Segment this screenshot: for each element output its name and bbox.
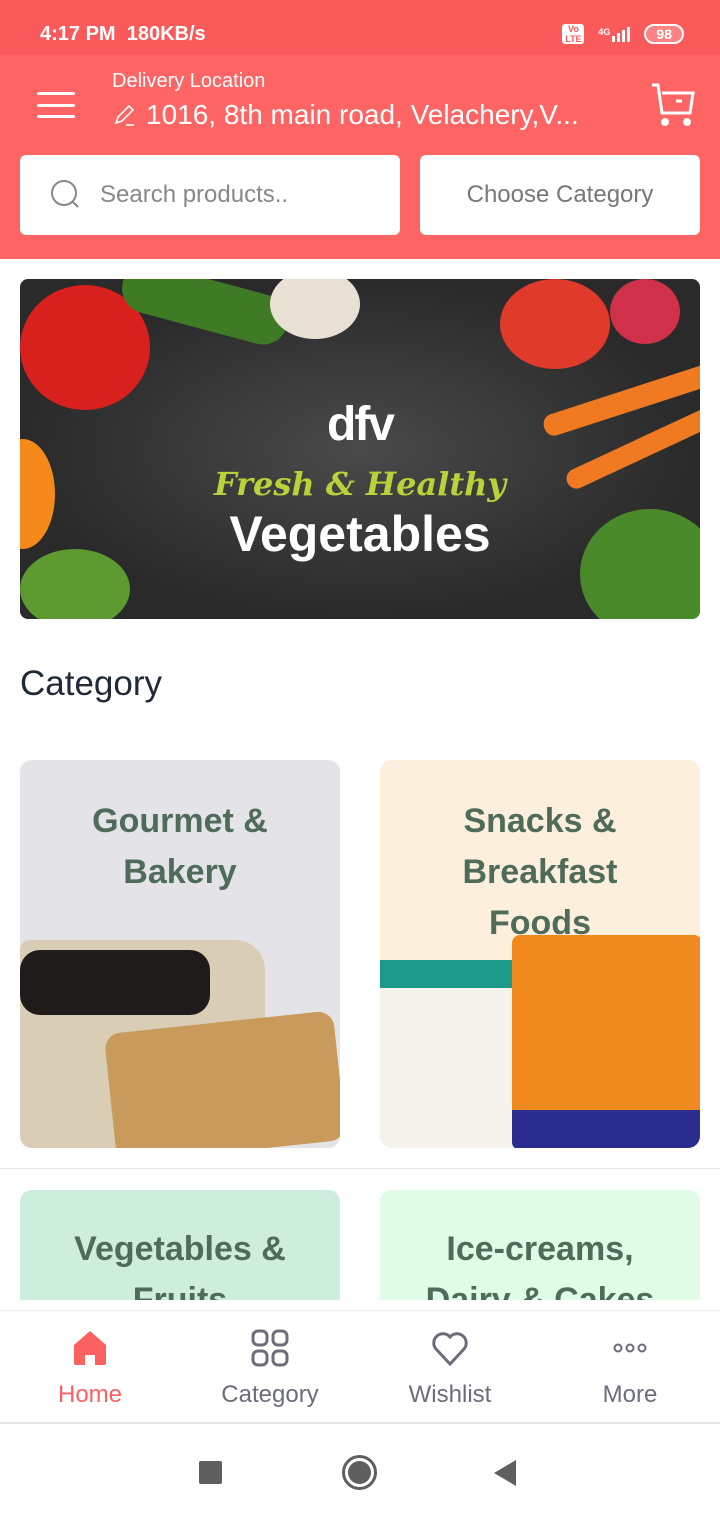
more-icon bbox=[613, 1343, 647, 1353]
signal-icon: 4G bbox=[598, 26, 631, 42]
search-box[interactable] bbox=[20, 155, 400, 235]
category-card-vegetables-fruits[interactable]: Vegetables & Fruits bbox=[20, 1190, 340, 1300]
delivery-address[interactable]: 1016, 8th main road, Velachery,V... bbox=[112, 99, 579, 131]
volte-icon: Vo LTE bbox=[562, 24, 585, 44]
banner-tagline: Fresh & Healthy bbox=[214, 465, 506, 503]
back-button[interactable] bbox=[494, 1460, 516, 1486]
recents-button[interactable] bbox=[199, 1461, 222, 1484]
pencil-icon bbox=[114, 104, 135, 126]
promo-banner[interactable]: dfv Fresh & Healthy Vegetables bbox=[20, 279, 700, 619]
home-icon bbox=[74, 1331, 106, 1365]
heart-icon bbox=[432, 1332, 468, 1367]
app-header: Delivery Location 1016, 8th main road, V… bbox=[0, 55, 720, 259]
battery-icon: 98 bbox=[644, 24, 684, 44]
category-card-icecream-dairy[interactable]: Ice-creams, Dairy & Cakes bbox=[380, 1190, 700, 1300]
status-time: 4:17 PM 180KB/s bbox=[40, 23, 206, 45]
status-bar: 4:17 PM 180KB/s Vo LTE 4G 98 bbox=[0, 0, 720, 55]
banner-logo: dfv bbox=[327, 398, 395, 451]
category-heading: Category bbox=[20, 664, 163, 703]
nav-more[interactable]: More bbox=[540, 1311, 720, 1422]
grid-icon bbox=[251, 1329, 289, 1367]
category-card-snacks-breakfast[interactable]: Snacks & Breakfast Foods bbox=[380, 760, 700, 1148]
nav-home[interactable]: Home bbox=[0, 1311, 180, 1422]
search-input[interactable] bbox=[100, 181, 360, 209]
cart-icon[interactable] bbox=[650, 81, 696, 127]
choose-category-button[interactable]: Choose Category bbox=[420, 155, 700, 235]
category-card-gourmet-bakery[interactable]: Gourmet & Bakery bbox=[20, 760, 340, 1148]
nav-category[interactable]: Category bbox=[180, 1311, 360, 1422]
banner-title: Vegetables bbox=[229, 506, 491, 562]
home-system-button[interactable] bbox=[342, 1455, 377, 1490]
bottom-nav: Home Category Wishlist More bbox=[0, 1310, 720, 1424]
search-icon bbox=[51, 180, 79, 208]
delivery-label: Delivery Location bbox=[112, 70, 266, 92]
divider bbox=[0, 1168, 720, 1169]
system-nav-bar bbox=[0, 1426, 720, 1520]
snacks-product-image bbox=[380, 960, 530, 1148]
nav-wishlist[interactable]: Wishlist bbox=[360, 1311, 540, 1422]
menu-icon[interactable] bbox=[37, 92, 75, 118]
